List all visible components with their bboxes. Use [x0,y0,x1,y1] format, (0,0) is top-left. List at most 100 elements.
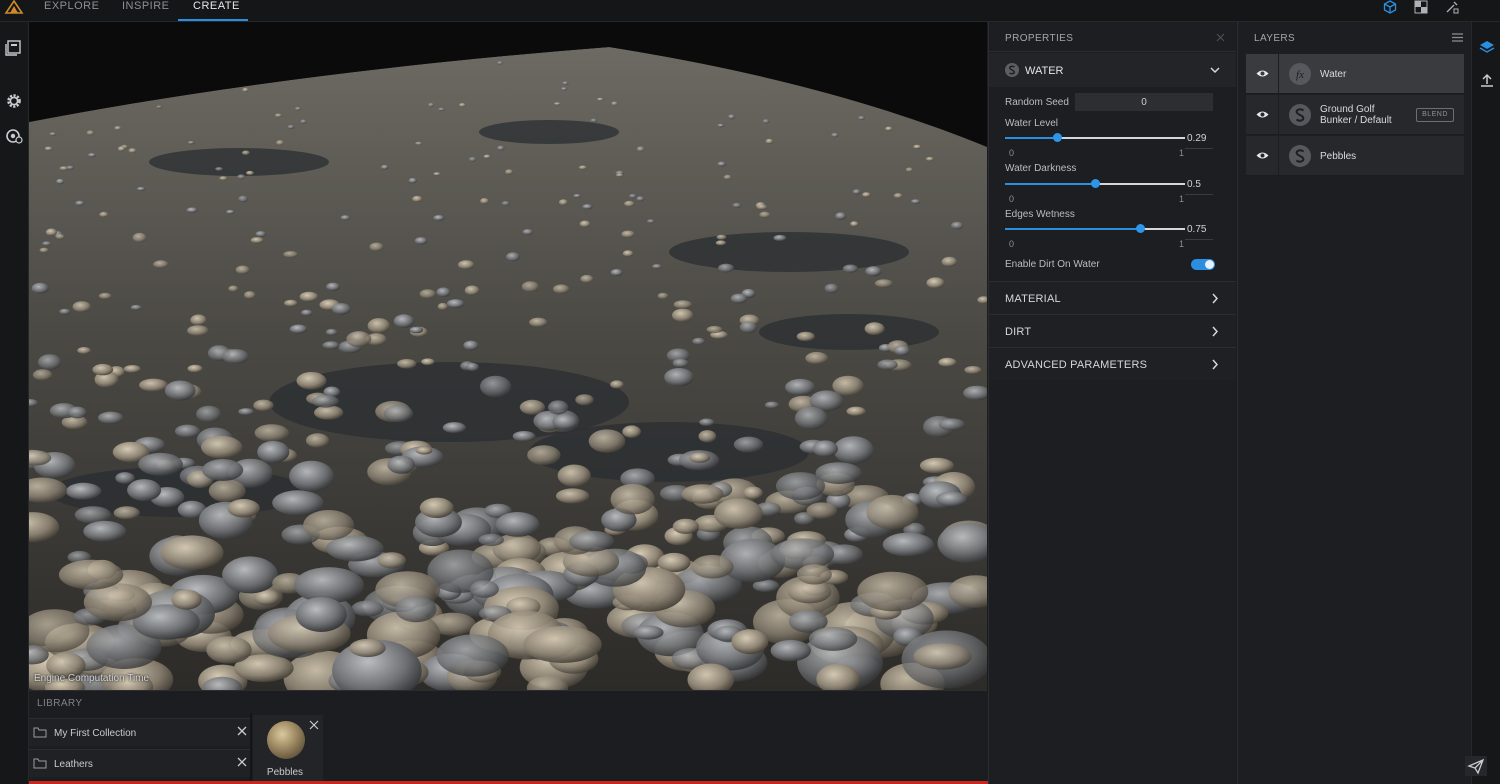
collection-label: My First Collection [54,728,137,739]
pebble-shape [857,571,929,612]
pebble-shape [941,256,958,267]
pebble-shape [578,165,587,170]
pebble-shape [582,204,593,210]
pebble-shape [714,498,763,529]
close-icon[interactable] [1216,33,1225,42]
library-material-item[interactable]: Pebbles [253,715,323,784]
layer-item-pebbles[interactable]: Pebbles [1246,136,1464,176]
pebble-shape [289,324,308,334]
tools-icon[interactable] [1445,0,1459,14]
pebble-shape [59,308,71,315]
pebble-shape [521,281,539,292]
material-thumbnail [267,721,305,759]
slider-min-label: 0 [1009,239,1015,249]
advanced-parameters-section-header[interactable]: ADVANCED PARAMETERS [989,347,1236,380]
pebble-shape [522,229,534,235]
tab-explore[interactable]: EXPLORE [44,0,99,22]
pebble-shape [421,358,435,366]
pebble-shape [728,114,736,120]
3d-view-icon[interactable] [1383,0,1397,14]
water-level-value[interactable]: 0.29 [1187,133,1206,144]
visibility-toggle[interactable] [1246,54,1279,94]
close-icon[interactable] [236,725,248,737]
slider-handle[interactable] [1053,133,1063,142]
pebble-shape [196,405,222,423]
pebble-shape [436,287,451,298]
close-icon[interactable] [309,720,319,730]
slider-fill [1005,137,1058,139]
water-darkness-value[interactable]: 0.5 [1187,179,1201,190]
pebble-shape [235,265,250,275]
settings-icon[interactable] [5,92,23,110]
pebble-shape [253,399,274,412]
eye-icon [1256,111,1269,118]
close-icon[interactable] [236,756,248,768]
material-name: Pebbles [266,767,304,778]
slider-handle[interactable] [1091,179,1100,188]
pebble-shape [913,643,972,670]
pebble-shape [130,304,142,311]
logo-icon[interactable] [4,0,24,14]
send-feedback-icon[interactable] [1465,756,1487,776]
layer-item-ground-golf-bunker[interactable]: Ground Golf Bunker / Default BLEND [1246,95,1464,135]
enable-dirt-toggle[interactable] [1191,259,1215,270]
water-darkness-slider[interactable] [1005,179,1185,189]
pebble-shape [850,221,859,227]
pebble-shape [75,200,85,206]
layer-item-water[interactable]: fx Water [1246,54,1464,94]
pebble-shape [294,107,302,111]
pebble-shape [716,234,727,240]
2d-view-icon[interactable] [1414,0,1428,14]
material-section-header[interactable]: MATERIAL [989,281,1236,314]
edges-wetness-slider[interactable] [1005,224,1185,234]
edges-wetness-value[interactable]: 0.75 [1187,224,1206,235]
pebble-shape [314,405,344,420]
pebble-shape [65,482,102,500]
dirt-section-header[interactable]: DIRT [989,314,1236,347]
pebble-shape [552,413,578,430]
render-settings-icon[interactable] [5,127,23,145]
library-icon[interactable] [5,39,23,57]
pebble-shape [628,193,637,199]
pebble-shape [621,230,635,238]
blend-badge[interactable]: BLEND [1416,108,1454,122]
random-seed-input[interactable]: 0 [1075,93,1213,111]
pebble-shape [646,219,655,224]
pebble-shape [257,440,290,464]
pebble-shape [115,472,135,484]
water-section-header[interactable]: WATER [989,53,1236,87]
pebble-shape [49,132,57,136]
visibility-toggle[interactable] [1246,136,1279,176]
pebble-shape [689,452,711,463]
pebble-shape [153,260,169,269]
pebble-shape [866,494,919,530]
pebble-shape [38,354,62,370]
water-darkness-label: Water Darkness [1005,163,1077,174]
menu-icon[interactable] [1452,33,1463,42]
chevron-down-icon[interactable] [1210,66,1220,74]
layers-icon[interactable] [1479,39,1495,55]
collection-item[interactable]: My First Collection [29,718,250,746]
water-section-title: WATER [1025,65,1064,77]
pebble-shape [597,97,604,101]
visibility-toggle[interactable] [1246,95,1279,135]
pebble-shape [123,365,141,373]
pebble-shape [433,172,441,176]
folder-icon [33,727,47,738]
pebble-shape [88,153,97,158]
export-icon[interactable] [1479,73,1495,89]
pebble-shape [442,422,466,434]
pebble-shape [723,174,732,180]
pebble-shape [919,457,954,474]
slider-handle[interactable] [1136,224,1145,233]
pebble-shape [512,431,536,442]
pebble-shape [458,260,475,270]
collection-item[interactable]: Leathers [29,749,250,777]
pebble-shape [299,291,319,302]
pebble-shape [351,600,384,617]
3d-viewport[interactable]: Engine Computation Time [29,22,987,690]
water-level-slider[interactable] [1005,133,1185,143]
pebble-shape [381,164,389,170]
tab-inspire[interactable]: INSPIRE [122,0,170,22]
pebble-shape [483,154,491,159]
